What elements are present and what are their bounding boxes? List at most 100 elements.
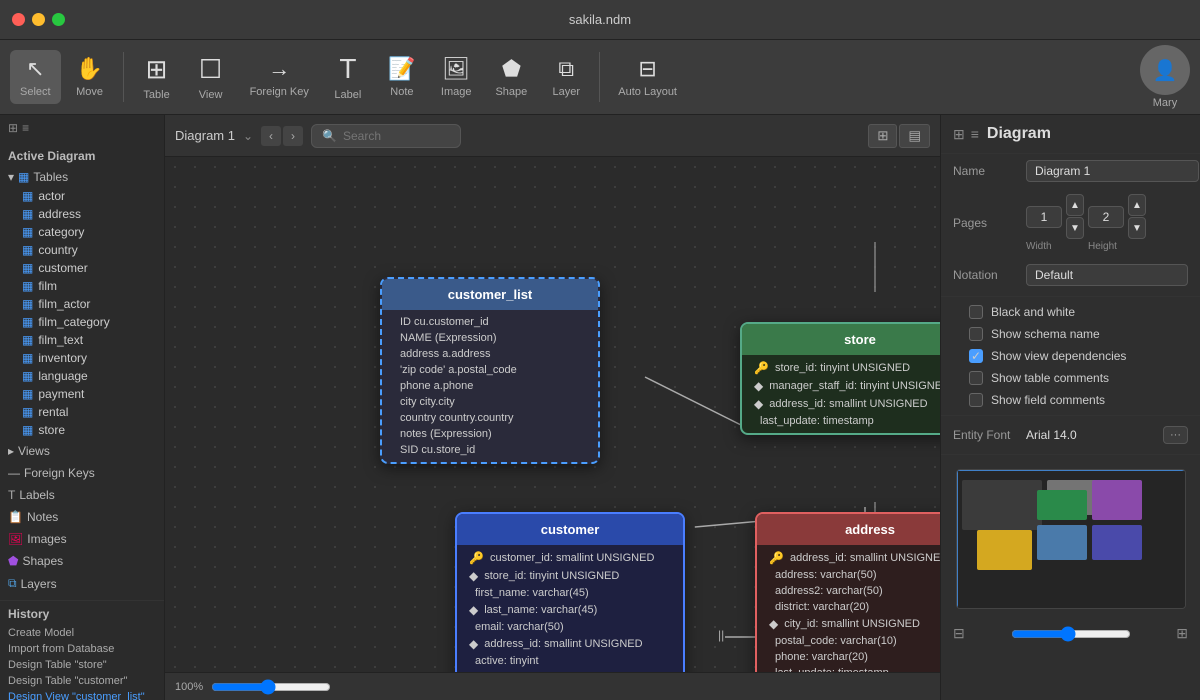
tables-icon: ▦ xyxy=(18,170,29,184)
rp-pages-height-up[interactable]: ▲ xyxy=(1128,194,1146,216)
sidebar-item-customer[interactable]: ▦customer xyxy=(0,259,164,277)
rp-pages-height-down[interactable]: ▼ xyxy=(1128,217,1146,239)
images-section-header[interactable]: 🖼 Images xyxy=(0,529,164,549)
sidebar-icon-2[interactable]: ≡ xyxy=(22,121,29,135)
rp-notation-select[interactable]: Default IDEF1X Crow's Foot xyxy=(1026,264,1188,286)
history-import-db[interactable]: Import from Database xyxy=(8,641,156,657)
rp-cb-view-dep[interactable]: ✓ Show view dependencies xyxy=(941,345,1200,367)
close-button[interactable] xyxy=(12,13,25,26)
shape-tool[interactable]: ⬟ Shape xyxy=(485,50,537,104)
sidebar-item-film-actor[interactable]: ▦film_actor xyxy=(0,295,164,313)
foreign-key-icon: → xyxy=(268,56,290,82)
sidebar-item-rental[interactable]: ▦rental xyxy=(0,403,164,421)
minimap[interactable] xyxy=(956,469,1186,609)
minimap-zoom-out-icon[interactable]: ⊟ xyxy=(953,625,965,642)
table-icon-address: ▦ xyxy=(22,207,33,221)
rp-cb-bw[interactable]: Black and white xyxy=(941,301,1200,323)
rp-checkbox-schema[interactable] xyxy=(969,327,983,341)
addr-field-city: ◆city_id: smallint UNSIGNED xyxy=(757,615,940,633)
canvas[interactable]: || || ○ customer_list ID cu.customer_id … xyxy=(165,157,940,672)
notes-section-header[interactable]: 📋 Notes xyxy=(0,507,164,527)
canvas-toolbar: Diagram 1 ⌄ ‹ › 🔍 ⊞ ▤ xyxy=(165,115,940,157)
fk-section-header[interactable]: — Foreign Keys xyxy=(0,463,164,483)
view-grid-btn[interactable]: ⊞ xyxy=(868,124,897,148)
rp-cb-schema[interactable]: Show schema name xyxy=(941,323,1200,345)
history-design-view[interactable]: Design View "customer_list" xyxy=(8,689,156,700)
label-label: Label xyxy=(334,89,361,101)
rp-pages-width-down[interactable]: ▼ xyxy=(1066,217,1084,239)
toolbar-tools: ↖ Select ✋ Move ⊞ Table ☐ View → Foreign… xyxy=(10,47,687,107)
right-panel-title: Diagram xyxy=(987,125,1188,143)
sidebar-icon-1[interactable]: ⊞ xyxy=(8,121,18,135)
history-create-model[interactable]: Create Model xyxy=(8,625,156,641)
sidebar-item-film-category[interactable]: ▦film_category xyxy=(0,313,164,331)
rp-pages-height-input[interactable] xyxy=(1088,206,1124,228)
rp-font-label: Entity Font xyxy=(953,428,1018,442)
table-store[interactable]: store 🔑store_id: tinyint UNSIGNED ◆manag… xyxy=(740,322,940,435)
rp-icon-grid[interactable]: ⊞ xyxy=(953,126,965,143)
cust-field-lastname: ◆last_name: varchar(45) xyxy=(457,601,683,619)
sidebar-item-actor[interactable]: ▦actor xyxy=(0,187,164,205)
sidebar-item-payment[interactable]: ▦payment xyxy=(0,385,164,403)
minimap-zoom-slider[interactable] xyxy=(1011,626,1131,642)
search-input[interactable] xyxy=(343,129,443,143)
note-tool[interactable]: 📝 Note xyxy=(377,50,427,104)
store-field-update: last_update: timestamp xyxy=(742,413,940,429)
auto-layout-tool[interactable]: ⊟ Auto Layout xyxy=(608,50,687,104)
sidebar-item-film[interactable]: ▦film xyxy=(0,277,164,295)
minimap-zoom-in-icon[interactable]: ⊞ xyxy=(1176,625,1188,642)
view-list-btn[interactable]: ▤ xyxy=(899,124,930,148)
layer-tool[interactable]: ⧉ Layer xyxy=(541,50,591,104)
select-tool[interactable]: ↖ Select xyxy=(10,50,61,104)
history-design-customer[interactable]: Design Table "customer" xyxy=(8,673,156,689)
sidebar-item-store[interactable]: ▦store xyxy=(0,421,164,439)
shapes-section-header[interactable]: ⬟ Shapes xyxy=(0,551,164,571)
table-customer-list[interactable]: customer_list ID cu.customer_id NAME (Ex… xyxy=(380,277,600,464)
rp-checkbox-field-comments[interactable] xyxy=(969,393,983,407)
zoom-slider[interactable] xyxy=(211,679,331,695)
rp-checkbox-bw[interactable] xyxy=(969,305,983,319)
sidebar-item-category[interactable]: ▦category xyxy=(0,223,164,241)
field-phone: phone a.phone xyxy=(382,378,598,394)
move-tool[interactable]: ✋ Move xyxy=(65,50,115,104)
maximize-button[interactable] xyxy=(52,13,65,26)
rp-name-input[interactable] xyxy=(1026,160,1199,182)
rp-cb-table-comments[interactable]: Show table comments xyxy=(941,367,1200,389)
view-tool[interactable]: ☐ View xyxy=(186,48,236,107)
rp-checkbox-table-comments[interactable] xyxy=(969,371,983,385)
table-icon-rental: ▦ xyxy=(22,405,33,419)
rp-icon-list[interactable]: ≡ xyxy=(971,126,979,143)
sidebar-item-inventory[interactable]: ▦inventory xyxy=(0,349,164,367)
nav-prev[interactable]: ‹ xyxy=(261,126,281,146)
views-section-header[interactable]: ▸ Views xyxy=(0,441,164,461)
image-tool[interactable]: 🖼 Image xyxy=(431,50,482,104)
table-tool[interactable]: ⊞ Table xyxy=(132,48,182,107)
foreign-key-tool[interactable]: → Foreign Key xyxy=(240,50,319,104)
diagram-dropdown-icon[interactable]: ⌄ xyxy=(243,129,253,143)
view-label: View xyxy=(199,89,223,101)
sidebar-item-language[interactable]: ▦language xyxy=(0,367,164,385)
nav-next[interactable]: › xyxy=(283,126,303,146)
labels-section: T Labels xyxy=(0,485,164,505)
label-tool[interactable]: T Label xyxy=(323,47,373,107)
tables-section-header[interactable]: ▾ ▦ Tables xyxy=(0,167,164,187)
sidebar-item-film-text[interactable]: ▦film_text xyxy=(0,331,164,349)
labels-section-header[interactable]: T Labels xyxy=(0,485,164,505)
label-icon: T xyxy=(339,53,356,85)
rp-pages-width-up[interactable]: ▲ xyxy=(1066,194,1084,216)
rp-font-more-btn[interactable]: ··· xyxy=(1163,426,1188,444)
history-design-store[interactable]: Design Table "store" xyxy=(8,657,156,673)
table-customer[interactable]: customer 🔑customer_id: smallint UNSIGNED… xyxy=(455,512,685,672)
diagram-label: Diagram 1 xyxy=(175,128,235,143)
rp-cb-field-comments[interactable]: Show field comments xyxy=(941,389,1200,411)
minimize-button[interactable] xyxy=(32,13,45,26)
rp-pages-width-input[interactable] xyxy=(1026,206,1062,228)
labels-label: Labels xyxy=(19,488,54,502)
rp-checkbox-view-dep[interactable]: ✓ xyxy=(969,349,983,363)
user-section[interactable]: 👤 Mary xyxy=(1140,45,1190,109)
sidebar-item-address[interactable]: ▦address xyxy=(0,205,164,223)
search-box[interactable]: 🔍 xyxy=(311,124,461,148)
sidebar-item-country[interactable]: ▦country xyxy=(0,241,164,259)
table-address[interactable]: address 🔑address_id: smallint UNSIGNED a… xyxy=(755,512,940,672)
layers-section-header[interactable]: ⧉ Layers xyxy=(0,573,164,594)
